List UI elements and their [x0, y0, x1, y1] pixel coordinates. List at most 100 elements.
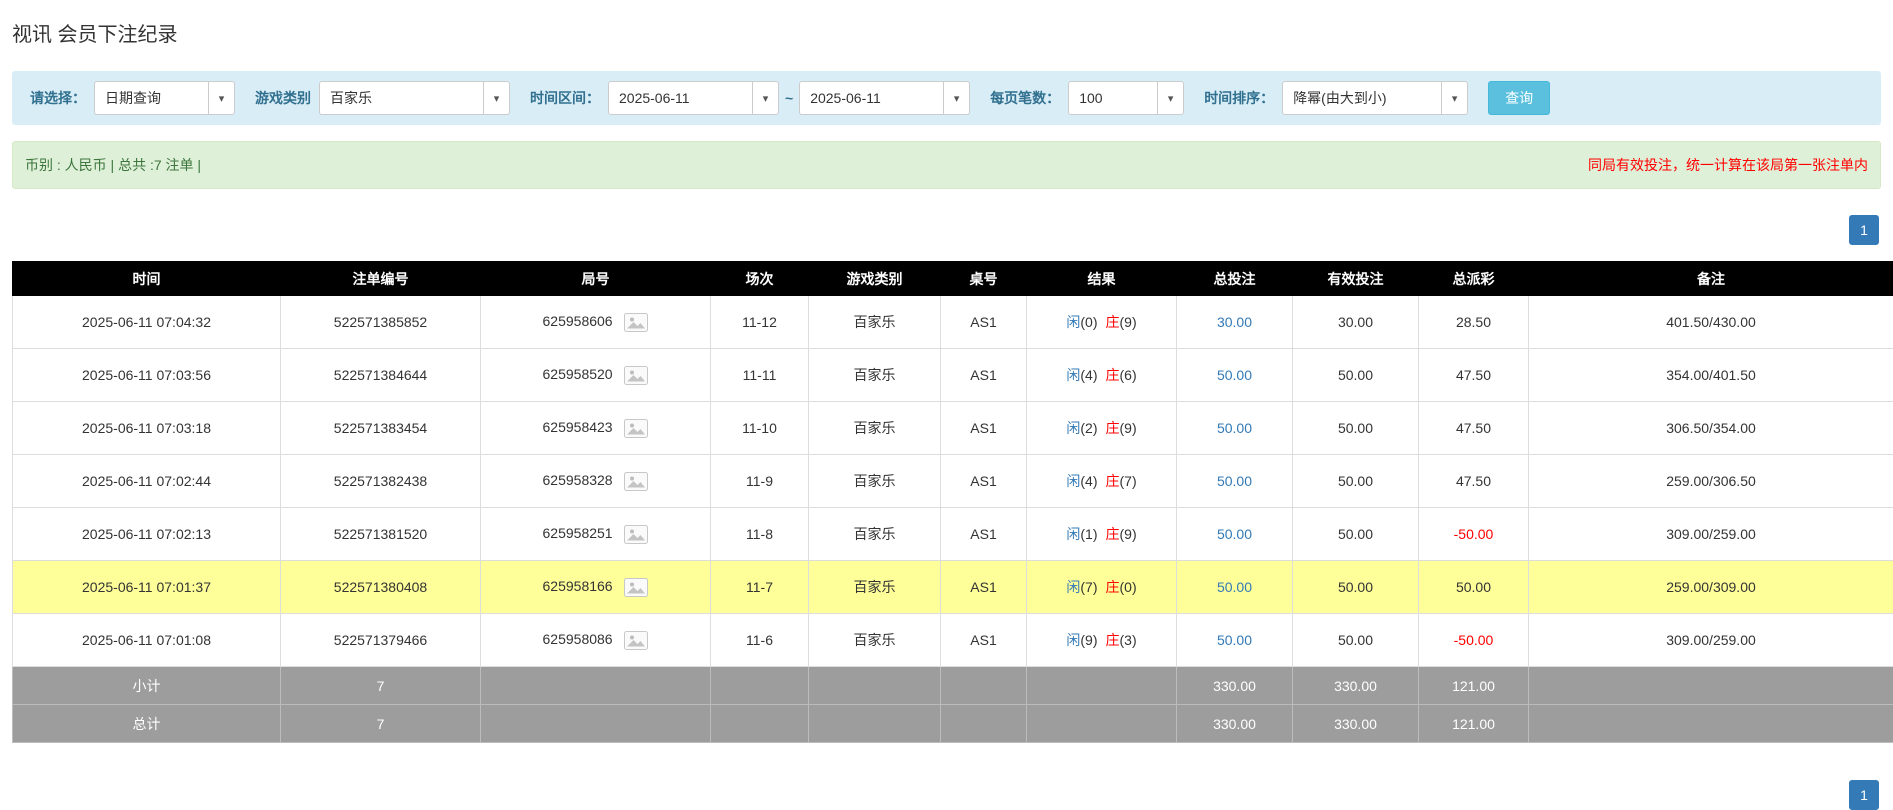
- bet-id-cell: 522571379466: [281, 614, 481, 667]
- select-type-caret-button[interactable]: ▾: [209, 81, 235, 115]
- round-result-image-icon[interactable]: [624, 525, 648, 544]
- bet-time: 2025-06-11 07:01:37: [82, 579, 211, 595]
- total-bet-cell: 50.00: [1177, 402, 1293, 455]
- valid-bet-amount: 50.00: [1338, 579, 1373, 595]
- payout-amount: 47.50: [1456, 473, 1491, 489]
- game-type-input[interactable]: [319, 81, 484, 115]
- page-root: 视讯 会员下注纪录 请选择： ▾ 游戏类别 ▾ 时间区间： ▾ ~ ▾ 每页笔数…: [0, 18, 1893, 743]
- result-cell: 闲(7)庄(0): [1027, 561, 1177, 614]
- payout-cell: 47.50: [1419, 349, 1529, 402]
- session-cell: 11-7: [711, 561, 809, 614]
- table-number: AS1: [970, 579, 996, 595]
- session-number: 11-9: [746, 473, 773, 489]
- total-bet-link[interactable]: 50.00: [1217, 632, 1252, 648]
- bet-time-cell: 2025-06-11 07:04:32: [13, 296, 281, 349]
- round-id-cell: 625958328: [481, 455, 711, 508]
- table-row: 2025-06-11 07:03:18 522571383454 6259584…: [13, 402, 1893, 455]
- round-result-image-icon[interactable]: [624, 631, 648, 650]
- subtotal-label: 小计: [13, 667, 281, 705]
- banker-result-label: 庄: [1106, 579, 1120, 595]
- game-type-cell: 百家乐: [809, 402, 941, 455]
- round-result-image-icon[interactable]: [624, 578, 648, 597]
- round-result-image-icon[interactable]: [624, 419, 648, 438]
- player-result-label: 闲: [1066, 579, 1080, 595]
- player-result-label: 闲: [1066, 314, 1080, 330]
- bet-time-cell: 2025-06-11 07:01:08: [13, 614, 281, 667]
- game-type-combo: ▾: [319, 81, 510, 115]
- select-type-input[interactable]: [94, 81, 209, 115]
- player-score: (4): [1080, 473, 1097, 489]
- round-result-image-icon[interactable]: [624, 313, 648, 332]
- time-sort-combo: ▾: [1282, 81, 1468, 115]
- valid-bet-amount: 50.00: [1338, 526, 1373, 542]
- table-no-cell: AS1: [941, 349, 1027, 402]
- note-text: 309.00/259.00: [1666, 632, 1756, 648]
- player-score: (7): [1080, 579, 1097, 595]
- total-bet-link[interactable]: 50.00: [1217, 367, 1252, 383]
- date-to-input[interactable]: [799, 81, 944, 115]
- player-score: (4): [1080, 367, 1097, 383]
- empty-cell: [1027, 667, 1177, 705]
- bet-id: 522571384644: [334, 367, 427, 383]
- bet-time: 2025-06-11 07:03:18: [82, 420, 211, 436]
- column-header-table-no: 桌号: [941, 262, 1027, 296]
- player-result-label: 闲: [1066, 526, 1080, 542]
- banker-score: (9): [1120, 526, 1137, 542]
- game-type: 百家乐: [854, 420, 896, 436]
- column-header-round: 局号: [481, 262, 711, 296]
- player-score: (9): [1080, 632, 1097, 648]
- player-score: (0): [1080, 314, 1097, 330]
- chevron-down-icon: ▾: [1168, 92, 1174, 105]
- time-sort-caret-button[interactable]: ▾: [1442, 81, 1468, 115]
- empty-cell: [1529, 667, 1893, 705]
- empty-cell: [711, 667, 809, 705]
- page-button-1[interactable]: 1: [1849, 215, 1879, 245]
- player-score: (2): [1080, 420, 1097, 436]
- bet-time-cell: 2025-06-11 07:03:56: [13, 349, 281, 402]
- column-header-bet-id: 注单编号: [281, 262, 481, 296]
- page-size-caret-button[interactable]: ▾: [1158, 81, 1184, 115]
- valid-bet-amount: 50.00: [1338, 367, 1373, 383]
- banker-result-label: 庄: [1106, 526, 1120, 542]
- page-button-1-bottom[interactable]: 1: [1849, 780, 1879, 810]
- grand-total-label: 总计: [13, 705, 281, 743]
- game-type-cell: 百家乐: [809, 349, 941, 402]
- date-to-caret-button[interactable]: ▾: [944, 81, 970, 115]
- table-no-cell: AS1: [941, 614, 1027, 667]
- total-bet-cell: 50.00: [1177, 508, 1293, 561]
- table-number: AS1: [970, 632, 996, 648]
- result-cell: 闲(1) 庄(9): [1027, 508, 1177, 561]
- table-no-cell: AS1: [941, 561, 1027, 614]
- table-header-row: 时间注单编号局号场次游戏类别桌号结果总投注有效投注总派彩备注: [13, 262, 1893, 296]
- table-no-cell: AS1: [941, 402, 1027, 455]
- game-type-caret-button[interactable]: ▾: [484, 81, 510, 115]
- total-bet-link[interactable]: 50.00: [1217, 526, 1252, 542]
- note-cell: 259.00/306.50: [1529, 455, 1893, 508]
- search-button[interactable]: 查询: [1488, 81, 1550, 115]
- pagination-top: 1: [14, 215, 1879, 245]
- time-sort-input[interactable]: [1282, 81, 1442, 115]
- total-bet-link[interactable]: 50.00: [1217, 473, 1252, 489]
- date-from-input[interactable]: [608, 81, 753, 115]
- total-bet-link[interactable]: 50.00: [1217, 420, 1252, 436]
- bet-time-cell: 2025-06-11 07:03:18: [13, 402, 281, 455]
- session-cell: 11-11: [711, 349, 809, 402]
- total-bet-link[interactable]: 50.00: [1217, 579, 1252, 595]
- round-result-image-icon[interactable]: [624, 366, 648, 385]
- total-bet-link[interactable]: 30.00: [1217, 314, 1252, 330]
- page-size-input[interactable]: [1068, 81, 1158, 115]
- page-size-combo: ▾: [1068, 81, 1184, 115]
- round-result-image-icon[interactable]: [624, 472, 648, 491]
- bet-time-cell: 2025-06-11 07:01:37: [13, 561, 281, 614]
- table-number: AS1: [970, 420, 996, 436]
- player-score: (1): [1080, 526, 1097, 542]
- table-number: AS1: [970, 526, 996, 542]
- date-from-caret-button[interactable]: ▾: [753, 81, 779, 115]
- result-cell: 闲(2)庄(9): [1027, 402, 1177, 455]
- bet-id-cell: 522571381520: [281, 508, 481, 561]
- round-id-cell: 625958520: [481, 349, 711, 402]
- payout-amount: -50.00: [1454, 632, 1494, 648]
- banker-result-label: 庄: [1106, 367, 1120, 383]
- select-type-label: 请选择：: [30, 88, 86, 108]
- session-cell: 11-10: [711, 402, 809, 455]
